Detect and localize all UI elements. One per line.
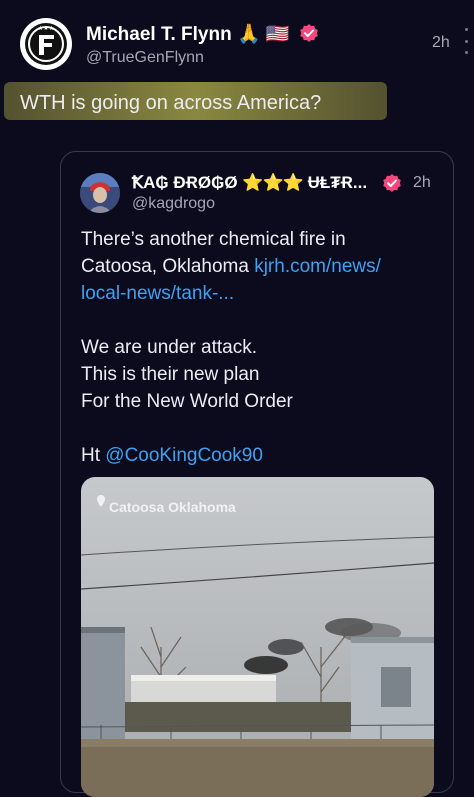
quoted-post-text: There’s another chemical fire in Catoosa…	[81, 226, 441, 469]
avatar[interactable]: ★★★	[20, 18, 72, 70]
quoted-avatar[interactable]	[80, 173, 120, 213]
quoted-ht-line: Ht @CooKingCook90	[81, 442, 441, 469]
verified-badge-icon	[300, 24, 318, 42]
media-video[interactable]: Catoosa Oklahoma	[81, 477, 434, 797]
quoted-line-1: There’s another chemical fire in	[81, 229, 346, 250]
svg-text:★★★: ★★★	[38, 25, 54, 32]
media-image	[81, 477, 434, 797]
media-location-label: Catoosa Oklahoma	[95, 499, 236, 515]
quoted-line-2-text: Catoosa, Oklahoma	[81, 256, 255, 277]
post-header: ★★★ Michael T. Flynn 🙏 🇺🇸 @TrueGenFlynn …	[0, 0, 474, 80]
quoted-author-name[interactable]: ꝀA₲ ĐɌØ₲Ø ⭐⭐⭐ ɄⱠ₮Ɍ...	[132, 173, 367, 193]
quoted-line-5: This is their new plan	[81, 364, 260, 385]
verified-badge-icon	[383, 174, 401, 192]
quoted-line-6: For the New World Order	[81, 391, 293, 412]
quoted-post-timestamp: 2h	[413, 174, 431, 191]
post-text: WTH is going on across America?	[20, 92, 322, 114]
quoted-author-suffix: ɄⱠ₮Ɍ...	[307, 173, 368, 192]
post-timestamp: 2h	[432, 34, 450, 51]
more-options-icon[interactable]	[465, 28, 468, 54]
quoted-author-handle[interactable]: @kagdrogo	[132, 195, 215, 213]
quoted-author-stars: ⭐⭐⭐	[242, 173, 304, 192]
author-handle[interactable]: @TrueGenFlynn	[86, 49, 204, 67]
author-name[interactable]: Michael T. Flynn 🙏 🇺🇸	[86, 22, 319, 46]
quoted-author-name-text: ꝀA₲ ĐɌØ₲Ø	[132, 173, 238, 192]
article-link[interactable]: kjrh.com/news/	[254, 256, 381, 277]
quoted-post[interactable]: ꝀA₲ ĐɌØ₲Ø ⭐⭐⭐ ɄⱠ₮Ɍ... 2h @kagdrogo There…	[60, 151, 454, 797]
quoted-line-2: Catoosa, Oklahoma kjrh.com/news/	[81, 253, 441, 280]
media-location-text: Catoosa Oklahoma	[109, 499, 236, 515]
quoted-line-4: We are under attack.	[81, 337, 258, 358]
mention-link[interactable]: @CooKingCook90	[105, 445, 263, 466]
quoted-avatar-image	[80, 173, 120, 213]
ht-label: Ht	[81, 445, 106, 466]
author-name-text: Michael T. Flynn	[86, 24, 232, 45]
author-emoji: 🙏 🇺🇸	[236, 24, 290, 45]
quoted-line-3: local-news/tank-...	[81, 280, 441, 307]
general-flynn-logo-icon: ★★★	[25, 23, 67, 65]
article-link-continued[interactable]: local-news/tank-...	[81, 283, 234, 304]
